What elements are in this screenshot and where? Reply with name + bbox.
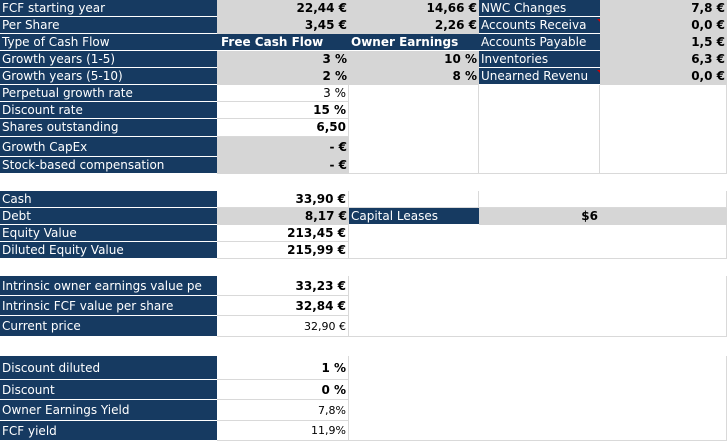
empty-cells[interactable]: [349, 276, 727, 337]
value-equity-value[interactable]: 213,45 €: [217, 225, 349, 242]
oe-growth-1-5[interactable]: 10 %: [349, 51, 479, 68]
cash-flow-type-fcf-option[interactable]: Free Cash Flow: [217, 34, 349, 51]
label-type-of-cash-flow: Type of Cash Flow: [0, 34, 217, 51]
label-fcf-yield: FCF yield: [0, 421, 217, 441]
label-per-share: Per Share: [0, 17, 217, 34]
label-current-price: Current price: [0, 316, 217, 337]
label-debt: Debt: [0, 208, 217, 225]
empty-cells[interactable]: [349, 85, 479, 174]
value-shares-outstanding[interactable]: 6,50: [217, 119, 349, 137]
oe-growth-5-10[interactable]: 8 %: [349, 68, 479, 85]
label-growth-5-10: Growth years (5-10): [0, 68, 217, 85]
label-cash: Cash: [0, 191, 217, 208]
value-perpetual-growth[interactable]: 3 %: [217, 85, 349, 102]
label-equity-value: Equity Value: [0, 225, 217, 242]
nwc-accounts-payable-label: Accounts Payable: [479, 34, 600, 51]
empty-cells[interactable]: [349, 356, 727, 441]
empty-cells[interactable]: [349, 225, 727, 259]
label-intrinsic-oe: Intrinsic owner earnings value pe: [0, 276, 217, 296]
value-cash[interactable]: 33,90 €: [217, 191, 349, 208]
empty-cells[interactable]: [479, 191, 727, 208]
nwc-changes-label: NWC Changes: [479, 0, 600, 17]
empty-cell[interactable]: [600, 208, 727, 225]
value-current-price[interactable]: 32,90 €: [217, 316, 349, 337]
label-diluted-equity-value: Diluted Equity Value: [0, 242, 217, 259]
nwc-changes-value[interactable]: 7,8 €: [600, 0, 727, 17]
oe-starting[interactable]: 14,66 €: [349, 0, 479, 17]
value-capital-leases[interactable]: $6: [479, 208, 600, 225]
value-fcf-yield[interactable]: 11,9%: [217, 421, 349, 441]
label-growth-1-5: Growth years (1-5): [0, 51, 217, 68]
nwc-inventories-label: Inventories: [479, 51, 600, 68]
empty-cells[interactable]: [600, 85, 727, 174]
label-discount-rate: Discount rate: [0, 102, 217, 119]
label-discount-diluted: Discount diluted: [0, 356, 217, 380]
value-growth-capex[interactable]: - €: [217, 137, 349, 157]
label-shares-outstanding: Shares outstanding: [0, 119, 217, 137]
label-fcf-starting-year: FCF starting year: [0, 0, 217, 17]
oe-per-share[interactable]: 2,26 €: [349, 17, 479, 34]
nwc-inventories-value[interactable]: 6,3 €: [600, 51, 727, 68]
spreadsheet: FCF starting year Per Share Type of Cash…: [0, 0, 727, 441]
value-sbc[interactable]: - €: [217, 157, 349, 174]
value-per-share[interactable]: 3,45 €: [217, 17, 349, 34]
label-intrinsic-fcf: Intrinsic FCF value per share: [0, 296, 217, 316]
value-intrinsic-fcf[interactable]: 32,84 €: [217, 296, 349, 316]
nwc-accounts-payable-value[interactable]: 1,5 €: [600, 34, 727, 51]
value-growth-5-10[interactable]: 2 %: [217, 68, 349, 85]
cash-flow-type-owner-earnings-option[interactable]: Owner Earnings: [349, 34, 479, 51]
value-discount[interactable]: 0 %: [217, 380, 349, 400]
label-owner-earnings-yield: Owner Earnings Yield: [0, 400, 217, 421]
empty-cells[interactable]: [479, 85, 600, 174]
label-discount: Discount: [0, 380, 217, 400]
nwc-accounts-receivable-value[interactable]: 0,0 €: [600, 17, 727, 34]
value-intrinsic-oe[interactable]: 33,23 €: [217, 276, 349, 296]
label-perpetual-growth: Perpetual growth rate: [0, 85, 217, 102]
label-sbc: Stock-based compensation: [0, 157, 217, 174]
value-discount-diluted[interactable]: 1 %: [217, 356, 349, 380]
nwc-accounts-receivable-label: Accounts Receiva: [479, 17, 600, 34]
value-fcf-starting-year[interactable]: 22,44 €: [217, 0, 349, 17]
value-diluted-equity-value[interactable]: 215,99 €: [217, 242, 349, 259]
label-capital-leases: Capital Leases: [349, 208, 479, 225]
value-discount-rate[interactable]: 15 %: [217, 102, 349, 119]
label-growth-capex: Growth CapEx: [0, 137, 217, 157]
nwc-unearned-revenue-value[interactable]: 0,0 €: [600, 68, 727, 85]
value-debt[interactable]: 8,17 €: [217, 208, 349, 225]
nwc-unearned-revenue-label: Unearned Revenu: [479, 68, 600, 85]
value-owner-earnings-yield[interactable]: 7,8%: [217, 400, 349, 421]
empty-cells[interactable]: [349, 191, 479, 208]
value-growth-1-5[interactable]: 3 %: [217, 51, 349, 68]
